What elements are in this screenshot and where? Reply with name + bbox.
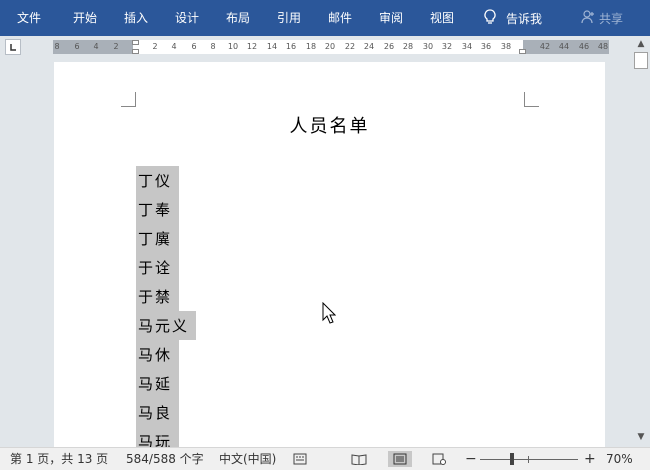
ruler-number: 20 [324, 42, 336, 51]
read-mode-icon[interactable] [350, 451, 368, 467]
tab-layout[interactable]: 布局 [226, 0, 250, 36]
share-button[interactable]: 共享 [581, 0, 623, 36]
zoom-out-button[interactable]: − [465, 448, 477, 470]
ruler-number: 18 [305, 42, 317, 51]
ruler-number: 12 [246, 42, 258, 51]
list-item: 丁廙 [138, 230, 173, 248]
list-item: 于诠 [138, 259, 173, 277]
tab-home[interactable]: 开始 [73, 0, 97, 36]
ruler-number: 8 [54, 42, 60, 51]
print-layout-icon[interactable] [388, 451, 412, 467]
language-indicator[interactable]: 中文(中国) [219, 448, 276, 470]
zoom-slider-center-tick [528, 456, 529, 463]
ruler-number: 26 [383, 42, 395, 51]
ruler-number: 4 [171, 42, 177, 51]
ruler-number: 46 [578, 42, 590, 51]
ribbon-tab-bar: 文件 开始 插入 设计 布局 引用 邮件 审阅 视图 告诉我 共享 [0, 0, 650, 36]
ruler-number: 2 [113, 42, 119, 51]
crop-mark-top-left [121, 92, 136, 107]
share-label: 共享 [599, 11, 624, 26]
macro-record-icon[interactable] [291, 451, 309, 467]
tab-view[interactable]: 视图 [430, 0, 454, 36]
tell-me-box[interactable]: 告诉我 [484, 0, 542, 36]
mouse-pointer-icon [322, 301, 337, 328]
ruler-number: 22 [344, 42, 356, 51]
ruler-number: 36 [480, 42, 492, 51]
tab-review[interactable]: 审阅 [379, 0, 403, 36]
list-item: 丁仪 [138, 172, 173, 190]
list-item: 马延 [138, 375, 173, 393]
ruler-number: 32 [441, 42, 453, 51]
tab-references[interactable]: 引用 [277, 0, 301, 36]
tab-mailings[interactable]: 邮件 [328, 0, 352, 36]
person-icon [581, 9, 595, 27]
scroll-thumb[interactable] [634, 52, 648, 69]
list-item: 丁奉 [138, 201, 173, 219]
document-title: 人员名单 [289, 116, 370, 137]
ruler-number: 14 [266, 42, 278, 51]
ruler-number: 10 [227, 42, 239, 51]
tab-stop-selector[interactable] [5, 39, 21, 55]
ruler-number: 6 [74, 42, 80, 51]
list-item: 马元义 [138, 317, 190, 335]
ruler-number: 28 [402, 42, 414, 51]
list-item: 马休 [138, 346, 173, 364]
horizontal-ruler[interactable]: 8 6 4 2 2 4 6 8 10 12 14 16 18 20 22 24 … [53, 40, 609, 54]
ruler-number: 34 [461, 42, 473, 51]
crop-mark-top-right [524, 92, 539, 107]
ruler-number: 2 [152, 42, 158, 51]
list-item: 马玩 [138, 433, 173, 447]
ruler-number: 6 [191, 42, 197, 51]
vertical-scrollbar[interactable]: ▲ ▼ [632, 36, 650, 447]
word-count[interactable]: 584/588 个字 [126, 448, 204, 470]
document-area: 人员名单 丁仪 丁奉 丁廙 于诠 于禁 马元义 马休 马延 马良 马玩 [0, 58, 632, 447]
document-page[interactable]: 人员名单 丁仪 丁奉 丁廙 于诠 于禁 马元义 马休 马延 马良 马玩 [54, 62, 605, 447]
zoom-slider-track[interactable] [480, 459, 578, 460]
ruler-number: 48 [597, 42, 609, 51]
scroll-down-icon[interactable]: ▼ [633, 430, 649, 444]
right-indent-marker[interactable] [519, 49, 526, 54]
list-item: 马良 [138, 404, 173, 422]
ruler-row: 8 6 4 2 2 4 6 8 10 12 14 16 18 20 22 24 … [0, 36, 650, 58]
tab-insert[interactable]: 插入 [124, 0, 148, 36]
ruler-number: 4 [93, 42, 99, 51]
tab-design[interactable]: 设计 [175, 0, 199, 36]
ruler-number: 16 [285, 42, 297, 51]
list-item: 于禁 [138, 288, 173, 306]
ruler-number: 30 [422, 42, 434, 51]
ruler-number: 44 [558, 42, 570, 51]
ruler-number: 24 [363, 42, 375, 51]
first-line-indent-marker[interactable] [132, 40, 139, 45]
status-bar: 第 1 页，共 13 页 584/588 个字 中文(中国) − + 70% [0, 447, 650, 470]
ruler-number: 42 [539, 42, 551, 51]
tab-file[interactable]: 文件 [17, 0, 41, 36]
zoom-slider-thumb[interactable] [510, 453, 514, 465]
tell-me-label: 告诉我 [506, 11, 543, 26]
ruler-number: 8 [210, 42, 216, 51]
zoom-in-button[interactable]: + [584, 448, 596, 470]
scroll-up-icon[interactable]: ▲ [633, 37, 649, 51]
lightbulb-icon [484, 8, 496, 28]
left-indent-marker[interactable] [132, 49, 139, 54]
page-count[interactable]: 第 1 页，共 13 页 [10, 448, 108, 470]
web-layout-icon[interactable] [430, 451, 448, 467]
ruler-number: 38 [500, 42, 512, 51]
zoom-level[interactable]: 70% [606, 448, 633, 470]
